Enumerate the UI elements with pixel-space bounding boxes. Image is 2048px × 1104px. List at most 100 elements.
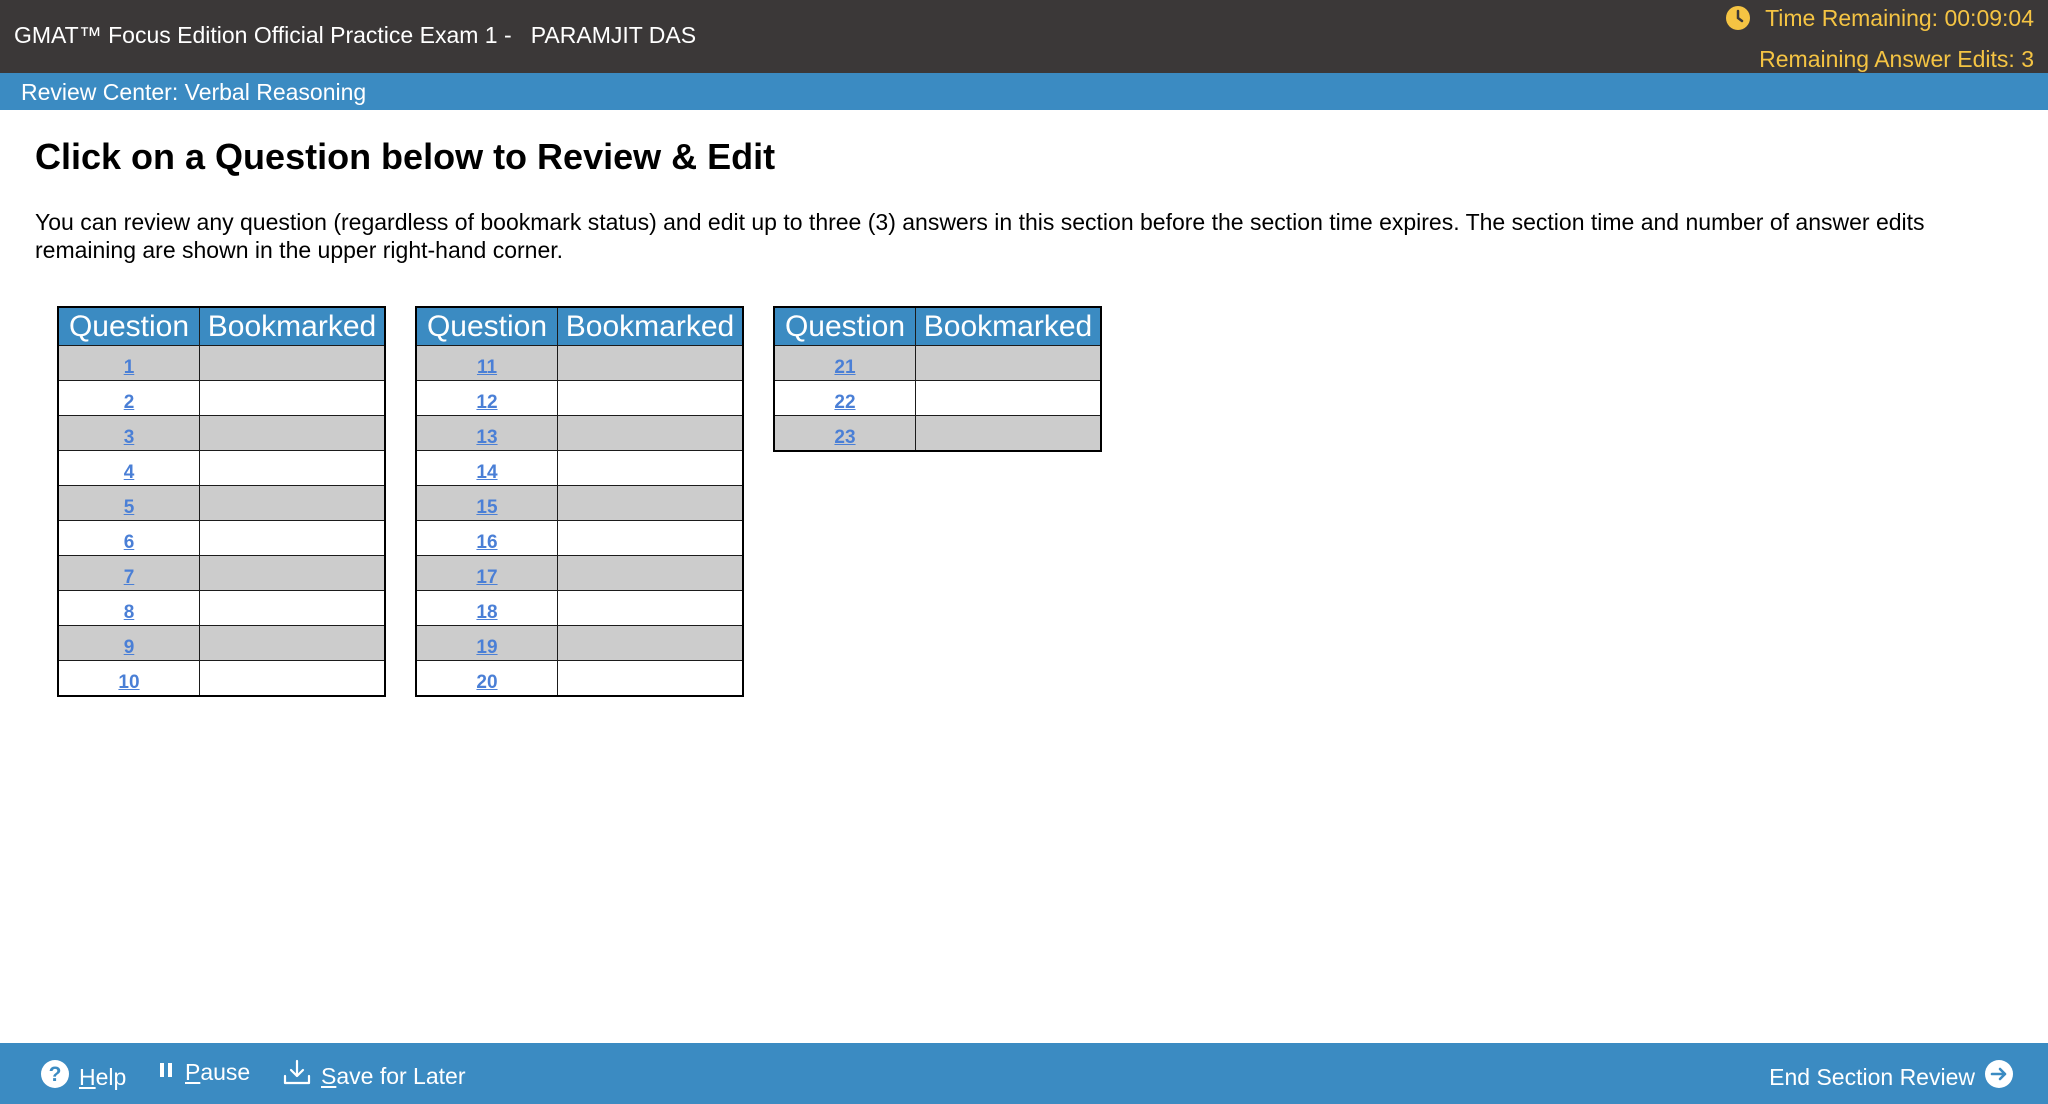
question-cell: 19 [415,625,558,661]
bookmarked-cell [199,625,386,661]
bookmarked-cell [557,555,744,591]
question-link[interactable]: 19 [476,637,497,658]
question-link[interactable]: 16 [476,532,497,553]
end-section-review-label: End Section Review [1769,1063,1975,1090]
table-row: 20 [415,660,744,697]
table-header-row: Question Bookmarked [773,307,1102,346]
question-link[interactable]: 10 [118,672,139,693]
question-cell: 16 [415,520,558,556]
table-row: 2 [57,380,386,416]
bookmarked-cell [199,380,386,416]
question-link[interactable]: 23 [834,427,855,448]
table-row: 3 [57,415,386,451]
question-link[interactable]: 8 [124,602,135,623]
question-cell: 17 [415,555,558,591]
footer-toolbar: ? Help Pause Save for Later End Section … [0,1043,2048,1104]
table-row: 8 [57,590,386,626]
pause-label: Pause [185,1059,251,1085]
table-row: 14 [415,450,744,486]
question-link[interactable]: 4 [124,462,135,483]
table-row: 10 [57,660,386,697]
exam-title: GMAT™ Focus Edition Official Practice Ex… [14,22,697,48]
section-title: Review Center: Verbal Reasoning [21,79,367,105]
page-heading: Click on a Question below to Review & Ed… [35,136,776,177]
question-cell: 10 [57,660,200,697]
table-row: 17 [415,555,744,591]
question-link[interactable]: 20 [476,672,497,693]
pause-button[interactable]: Pause [158,1059,250,1086]
save-for-later-label: Save for Later [321,1062,466,1089]
table-row: 11 [415,345,744,381]
bookmarked-cell [557,415,744,451]
bookmarked-cell [557,660,744,697]
question-link[interactable]: 3 [124,427,135,448]
question-link[interactable]: 22 [834,392,855,413]
save-for-later-button[interactable]: Save for Later [282,1059,465,1093]
table-header-row: Question Bookmarked [57,307,386,346]
bookmarked-cell [199,345,386,381]
question-cell: 1 [57,345,200,381]
clock-icon [1725,5,1751,31]
table-row: 12 [415,380,744,416]
bookmarked-cell [199,415,386,451]
question-cell: 23 [773,415,916,452]
question-link[interactable]: 21 [834,357,855,378]
question-cell: 20 [415,660,558,697]
help-label: Help [79,1063,127,1090]
instructions-text: You can review any question (regardless … [35,209,1925,263]
help-button[interactable]: ? Help [40,1059,126,1095]
question-link[interactable]: 12 [476,392,497,413]
question-table-1: Question Bookmarked 1 2 3 4 5 6 7 8 9 10 [57,306,386,697]
table-row: 13 [415,415,744,451]
bookmarked-cell [557,380,744,416]
question-cell: 4 [57,450,200,486]
bookmarked-cell [199,450,386,486]
question-cell: 22 [773,380,916,416]
download-icon [282,1059,312,1093]
column-header-question: Question [415,307,558,346]
question-cell: 5 [57,485,200,521]
bookmarked-cell [199,555,386,591]
question-cell: 9 [57,625,200,661]
table-row: 16 [415,520,744,556]
question-link[interactable]: 14 [476,462,497,483]
table-row: 1 [57,345,386,381]
bookmarked-cell [915,345,1102,381]
end-section-review-button[interactable]: End Section Review [1769,1059,2014,1095]
question-link[interactable]: 15 [476,497,497,518]
arrow-right-circle-icon [1984,1059,2014,1095]
table-row: 4 [57,450,386,486]
table-row: 7 [57,555,386,591]
question-link[interactable]: 6 [124,532,135,553]
question-link[interactable]: 17 [476,567,497,588]
time-remaining: Time Remaining: 00:09:04 [1765,4,2034,31]
table-row: 19 [415,625,744,661]
table-row: 18 [415,590,744,626]
bookmarked-cell [199,485,386,521]
question-link[interactable]: 13 [476,427,497,448]
table-header-row: Question Bookmarked [415,307,744,346]
question-cell: 6 [57,520,200,556]
table-row: 21 [773,345,1102,381]
question-link[interactable]: 5 [124,497,135,518]
bookmarked-cell [557,520,744,556]
help-circle-icon: ? [40,1059,70,1095]
question-link[interactable]: 18 [476,602,497,623]
answer-edits-remaining: Remaining Answer Edits: 3 [1759,46,2034,72]
top-bar: GMAT™ Focus Edition Official Practice Ex… [0,0,2048,73]
column-header-bookmarked: Bookmarked [199,307,386,346]
column-header-bookmarked: Bookmarked [557,307,744,346]
bookmarked-cell [199,520,386,556]
column-header-question: Question [773,307,916,346]
question-cell: 2 [57,380,200,416]
question-link[interactable]: 11 [477,357,497,378]
question-link[interactable]: 7 [124,567,135,588]
question-link[interactable]: 2 [124,392,135,413]
bookmarked-cell [915,415,1102,452]
bookmarked-cell [915,380,1102,416]
table-row: 9 [57,625,386,661]
question-link[interactable]: 9 [124,637,135,658]
column-header-bookmarked: Bookmarked [915,307,1102,346]
question-link[interactable]: 1 [124,357,135,378]
table-row: 5 [57,485,386,521]
